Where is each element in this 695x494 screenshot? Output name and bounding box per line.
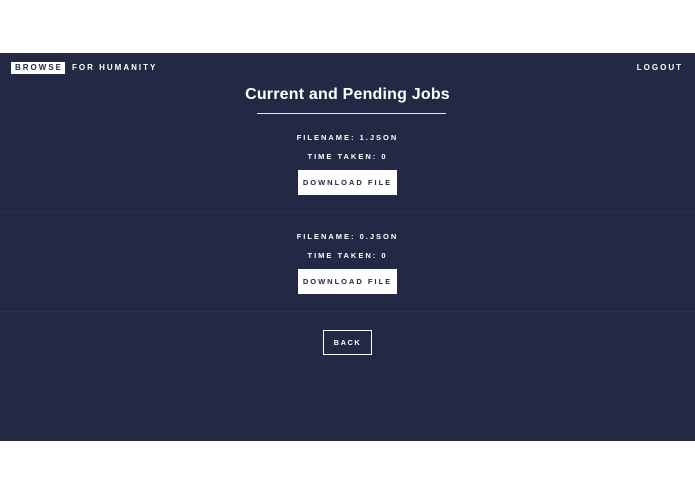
logout-link[interactable]: LOGOUT <box>637 63 683 72</box>
top-nav: BROWSE FOR HUMANITY LOGOUT <box>0 53 695 83</box>
back-button[interactable]: BACK <box>323 330 372 355</box>
job-filename: FILENAME: 0.JSON <box>296 232 399 241</box>
job-item: FILENAME: 1.JSON TIME TAKEN: 0 DOWNLOAD … <box>0 113 695 213</box>
job-time-taken: TIME TAKEN: 0 <box>307 152 388 161</box>
app-panel: BROWSE FOR HUMANITY LOGOUT Current and P… <box>0 53 695 441</box>
job-filename: FILENAME: 1.JSON <box>296 133 399 142</box>
brand-logo[interactable]: BROWSE FOR HUMANITY <box>11 62 157 74</box>
download-file-button[interactable]: DOWNLOAD FILE <box>298 269 397 294</box>
brand-box-text: BROWSE <box>11 62 65 74</box>
job-time-taken: TIME TAKEN: 0 <box>307 251 388 260</box>
job-item: FILENAME: 0.JSON TIME TAKEN: 0 DOWNLOAD … <box>0 212 695 312</box>
page-title: Current and Pending Jobs <box>245 86 450 103</box>
download-file-button[interactable]: DOWNLOAD FILE <box>298 170 397 195</box>
brand-tagline: FOR HUMANITY <box>72 63 158 72</box>
